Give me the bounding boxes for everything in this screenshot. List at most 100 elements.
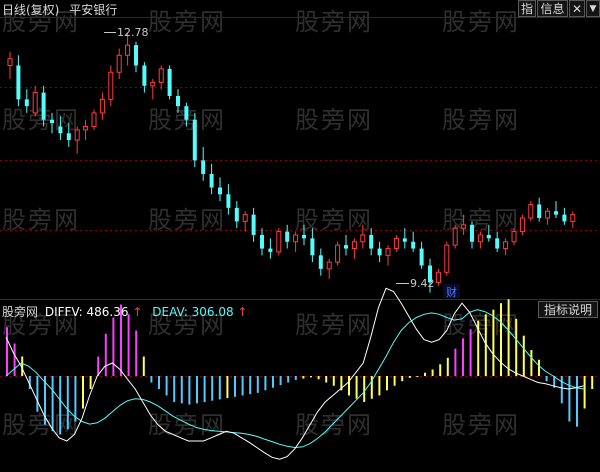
histogram-bar [127, 314, 130, 376]
candle [142, 62, 147, 93]
candle-body [108, 71, 114, 100]
histogram-bar [264, 376, 267, 391]
histogram-bar [165, 376, 168, 396]
finance-marker[interactable]: 财 [443, 284, 460, 299]
candle [201, 146, 206, 181]
chart-header: 日线(复权) 平安银行 [2, 1, 117, 18]
histogram-bar [66, 376, 69, 430]
histogram-bar [36, 376, 39, 412]
histogram-bar [150, 376, 153, 383]
candle [360, 224, 366, 249]
histogram-bar [51, 376, 54, 432]
histogram-bar [583, 376, 586, 409]
candle-body [369, 234, 374, 249]
candle [7, 51, 13, 80]
deav-arrow-icon: ↑ [237, 305, 248, 319]
candle-body [344, 245, 348, 249]
candle-body [41, 92, 46, 120]
candle [209, 163, 214, 195]
candle [192, 112, 197, 168]
candle [554, 201, 558, 219]
histogram-bar [507, 299, 510, 376]
candle-body [116, 54, 122, 73]
histogram-bar [431, 369, 434, 376]
candle-body [276, 231, 282, 253]
histogram-bar [530, 350, 533, 376]
candle [486, 224, 491, 242]
candle-body [268, 248, 273, 252]
candle-body [377, 248, 382, 256]
candle-body [351, 241, 357, 250]
high-marker: 12.78 [104, 26, 149, 39]
candle-body [7, 58, 13, 66]
candle-body [335, 244, 341, 263]
candle-body [32, 92, 38, 114]
histogram-bar [180, 376, 183, 404]
histogram-bar [492, 309, 495, 376]
candle-body [242, 214, 248, 222]
candle [452, 224, 458, 249]
candle-body [218, 187, 222, 195]
candle-body [66, 133, 71, 141]
finance-marker-label: 财 [446, 285, 457, 299]
candle [150, 79, 156, 100]
low-marker: 9.42 [396, 277, 435, 290]
histogram-bar [272, 376, 274, 388]
candle-body [99, 98, 105, 114]
histogram-bar [439, 364, 442, 376]
candle-body [452, 227, 458, 246]
candle [310, 228, 315, 263]
histogram-bar [173, 376, 176, 402]
candle [393, 234, 399, 252]
candle [402, 228, 407, 249]
candle [83, 119, 89, 141]
histogram-bar [142, 356, 145, 376]
info-button[interactable]: 信息 [537, 0, 568, 17]
candle-body [570, 214, 576, 222]
candle-body [201, 160, 206, 174]
expand-button[interactable]: ▼ [586, 0, 600, 17]
indicator-source[interactable]: 股旁网 [2, 305, 38, 319]
candle [318, 248, 323, 276]
chevron-down-icon: ▼ [589, 4, 597, 14]
candle-body [562, 214, 567, 222]
candle [461, 214, 467, 235]
candle [226, 184, 231, 215]
candle-body [74, 129, 80, 141]
histogram-bar [302, 376, 305, 379]
candle-body [519, 217, 525, 233]
candle-body [176, 95, 180, 107]
period-label[interactable]: 日线(复权) [2, 3, 59, 17]
close-button[interactable]: ✕ [569, 0, 585, 17]
histogram-bar [249, 376, 252, 395]
indicator-button[interactable]: 指 [518, 0, 536, 17]
candle [167, 65, 172, 100]
candle-body [150, 81, 156, 87]
indicator-explain-button[interactable]: 指标说明 [538, 301, 598, 318]
histogram-bar [317, 376, 320, 380]
candle-body [260, 234, 264, 249]
histogram-bar [538, 359, 540, 376]
candle-body [134, 45, 138, 66]
candle [419, 241, 424, 269]
histogram-bar [386, 376, 388, 391]
diffv-value: 486.36 [86, 305, 129, 319]
candle [268, 238, 273, 259]
candle [326, 258, 332, 280]
candle-body [470, 224, 474, 242]
histogram-bar [332, 376, 335, 386]
histogram-bar [545, 376, 548, 382]
candle-body [545, 210, 551, 219]
candle-body [16, 65, 21, 100]
histogram-bar [112, 317, 115, 376]
histogram-bar [355, 376, 358, 399]
candle-body [537, 204, 542, 219]
stock-chart-app: 股旁网 股旁网 股旁网 股旁网 股旁网 股旁网 股旁网 股旁网 股旁网 股旁网 … [0, 0, 600, 472]
deav-label: DEAV: [152, 305, 188, 319]
candle [302, 224, 306, 246]
high-price-label: 12.78 [117, 26, 149, 39]
deav-value: 306.08 [191, 305, 234, 319]
histogram-bar [158, 376, 160, 389]
candle-body [184, 106, 189, 120]
histogram-bar [294, 376, 297, 380]
